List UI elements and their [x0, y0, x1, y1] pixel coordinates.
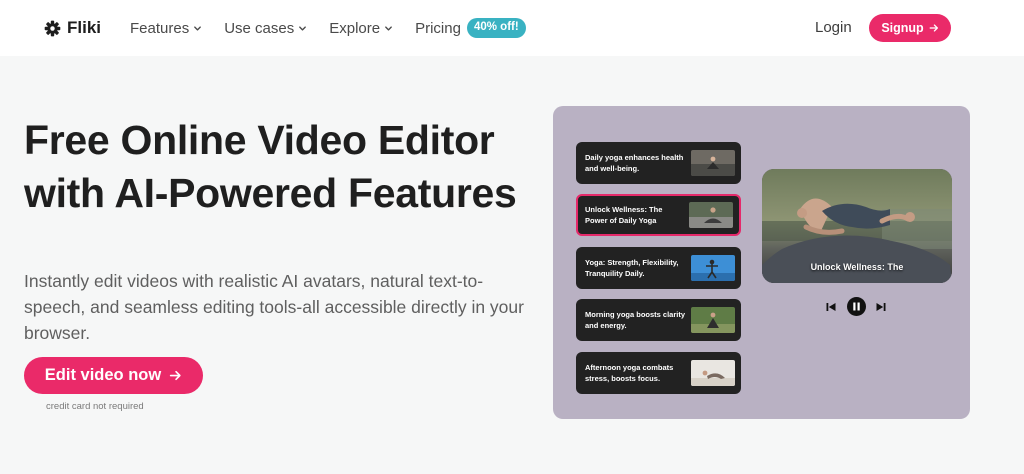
- nav-item-label: Pricing: [415, 19, 461, 37]
- gear-logo-icon: [44, 20, 61, 36]
- video-caption: Unlock Wellness: The: [810, 262, 904, 272]
- brand-name: Fliki: [67, 18, 102, 37]
- signup-label: Signup: [881, 21, 924, 35]
- nav-item-label: Use cases: [224, 19, 295, 37]
- scene-card[interactable]: Yoga: Strength, Flexibility, Tranquility…: [576, 247, 741, 289]
- cta-label: Edit video now: [44, 366, 162, 384]
- playback-controls: [823, 297, 889, 316]
- nav-item-use-cases[interactable]: Use cases: [224, 20, 307, 37]
- login-link[interactable]: Login: [815, 19, 852, 36]
- nav-item-label: Features: [130, 19, 190, 37]
- nav-item-pricing[interactable]: Pricing: [415, 20, 461, 37]
- skip-previous-icon[interactable]: [826, 302, 836, 312]
- nav-item-explore[interactable]: Explore: [329, 20, 393, 37]
- top-navigation: Fliki Features Use cases Explore Pricing…: [0, 0, 1024, 56]
- discount-badge[interactable]: 40% off!: [466, 18, 526, 38]
- chevron-down-icon: [385, 25, 392, 31]
- credit-card-note: credit card not required: [46, 401, 144, 412]
- pause-icon[interactable]: [847, 297, 866, 316]
- scene-thumbnail: [691, 360, 735, 386]
- arrow-right-icon: [929, 24, 938, 32]
- scene-thumbnail: [691, 150, 735, 176]
- skip-next-icon[interactable]: [876, 302, 886, 312]
- edit-video-button[interactable]: Edit video now: [24, 357, 203, 394]
- arrow-right-icon: [170, 370, 181, 381]
- hero-title: Free Online Video Editor with AI-Powered…: [24, 117, 517, 216]
- scene-text: Daily yoga enhances health and well-bein…: [585, 153, 684, 173]
- scene-thumbnail: [691, 307, 735, 333]
- nav-item-features[interactable]: Features: [130, 20, 202, 37]
- scene-thumbnail: [691, 255, 735, 281]
- hero-subtitle: Instantly edit videos with realistic AI …: [24, 271, 524, 343]
- video-player[interactable]: Unlock Wellness: The: [762, 169, 952, 283]
- scene-text: Unlock Wellness: The Power of Daily Yoga: [585, 205, 663, 225]
- nav-item-label: Explore: [329, 19, 381, 37]
- scene-card[interactable]: Daily yoga enhances health and well-bein…: [576, 142, 741, 184]
- scene-text: Yoga: Strength, Flexibility, Tranquility…: [585, 258, 679, 278]
- scene-card[interactable]: Morning yoga boosts clarity and energy.: [576, 299, 741, 341]
- scene-text: Morning yoga boosts clarity and energy.: [585, 310, 686, 330]
- scene-thumbnail: [689, 202, 733, 228]
- signup-button[interactable]: Signup: [869, 14, 951, 42]
- scene-card-active[interactable]: Unlock Wellness: The Power of Daily Yoga: [576, 194, 741, 236]
- brand-logo[interactable]: Fliki: [44, 17, 101, 39]
- chevron-down-icon: [299, 25, 307, 31]
- nav-links: Features Use cases Explore Pricing 40% o…: [130, 18, 526, 38]
- scene-card[interactable]: Afternoon yoga combats stress, boosts fo…: [576, 352, 741, 394]
- scene-text: Afternoon yoga combats stress, boosts fo…: [585, 363, 674, 383]
- chevron-down-icon: [194, 25, 202, 31]
- video-editor-preview: Daily yoga enhances health and well-bein…: [553, 106, 970, 419]
